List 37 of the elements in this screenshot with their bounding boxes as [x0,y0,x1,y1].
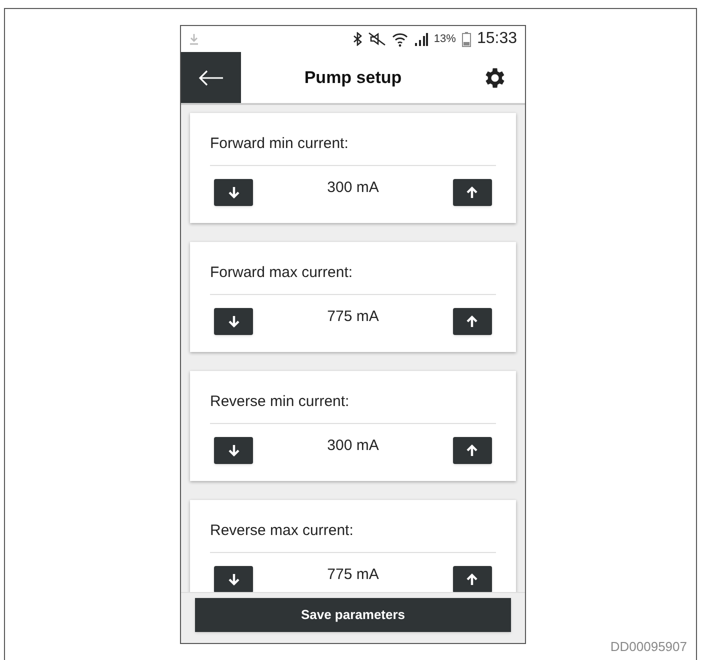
battery-icon [462,32,471,46]
down-arrow-icon [228,444,240,456]
setting-value: 775 mA [327,306,379,327]
status-time: 15:33 [476,29,517,49]
bluetooth-icon [352,32,362,46]
setting-label: Reverse min current: [210,391,496,424]
setting-value: 300 mA [327,436,379,456]
up-arrow-icon [466,314,478,328]
up-arrow-icon [466,572,478,586]
down-arrow-icon [228,314,240,328]
setting-label: Forward min current: [210,133,496,166]
increase-button[interactable] [452,178,492,206]
screen-title: Pump setup [304,66,402,89]
decrease-button[interactable] [214,178,253,206]
signal-icon [414,32,428,46]
mute-icon [368,32,386,46]
back-button[interactable] [181,52,241,103]
back-arrow-icon [198,70,224,86]
save-button[interactable]: Save parameters [195,598,511,632]
battery-percent: 13% [434,32,456,47]
download-icon [189,33,199,45]
decrease-button[interactable] [214,436,253,464]
setting-label: Reverse max current: [210,520,496,552]
increase-button[interactable] [452,436,492,464]
down-arrow-icon [228,186,240,198]
up-arrow-icon [466,186,478,198]
setting-label: Forward max current: [210,262,496,294]
setting-value: 300 mA [327,178,379,198]
up-arrow-icon [466,444,478,456]
increase-button[interactable] [452,308,492,334]
decrease-button[interactable] [214,308,253,334]
wifi-icon [392,32,408,46]
down-arrow-icon [228,572,240,586]
increase-button[interactable] [452,566,492,592]
setting-value: 775 mA [327,564,379,585]
figure-code: DD00095907 [610,638,687,656]
decrease-button[interactable] [214,566,253,592]
